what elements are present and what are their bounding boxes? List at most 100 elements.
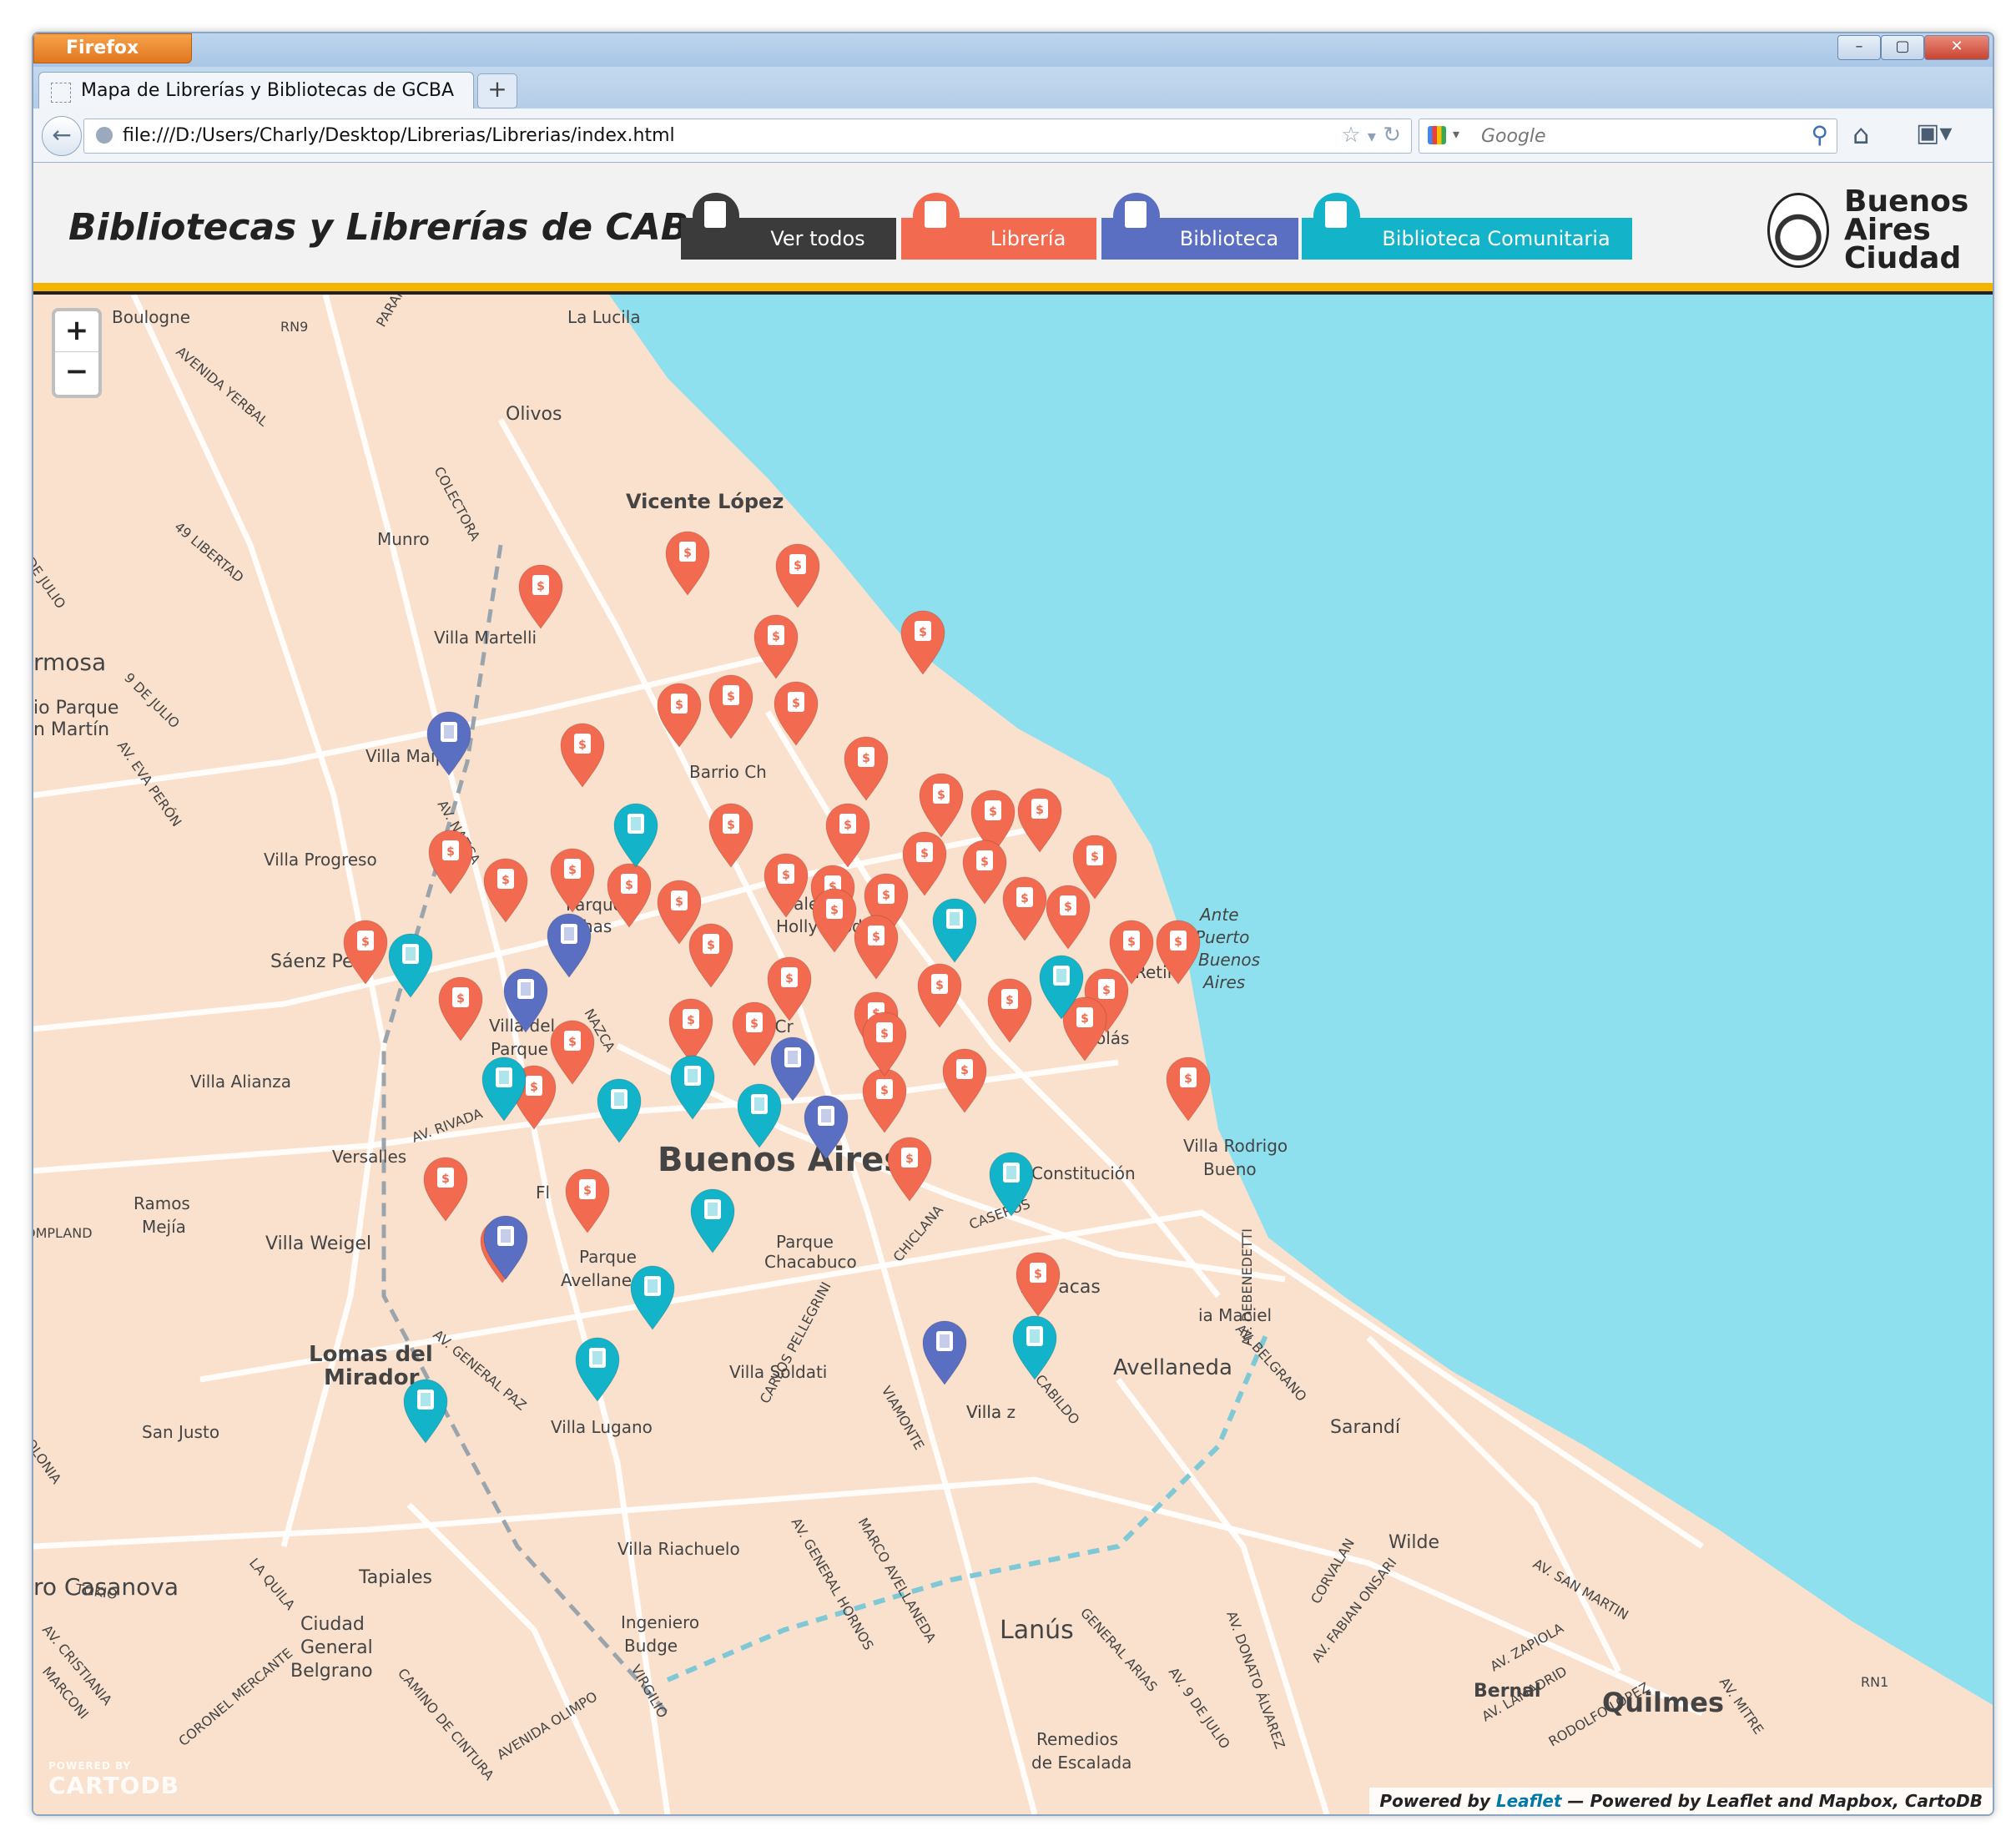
cartodb-text: CARTODB — [48, 1772, 180, 1799]
book-glyph — [421, 1393, 431, 1406]
firefox-menu-button[interactable]: Firefox — [33, 33, 192, 63]
dollar-book-icon: $ — [1031, 799, 1048, 819]
books-icon — [611, 1089, 627, 1109]
page-title: Bibliotecas y Librerías de CABA — [68, 206, 718, 249]
dropdown-arrow-icon[interactable]: ▾ — [1453, 126, 1459, 142]
book-glyph — [688, 1069, 698, 1082]
filter-biblioteca-label: Biblioteca — [1179, 227, 1279, 250]
dollar-book-icon: $ — [621, 874, 638, 894]
dollar-book-icon: $ — [442, 840, 459, 860]
dollar-glyph: $ — [625, 879, 633, 892]
url-text[interactable]: file:///D:/Users/Charly/Desktop/Libreria… — [123, 125, 675, 146]
dollar-book-icon: $ — [1123, 931, 1140, 951]
dollar-glyph: $ — [1036, 804, 1044, 817]
dollar-book-icon: $ — [746, 1012, 763, 1032]
dollar-glyph: $ — [683, 547, 692, 560]
dollar-book-icon: $ — [916, 842, 933, 862]
dollar-glyph: $ — [830, 904, 839, 917]
dollar-glyph: $ — [1005, 994, 1014, 1007]
place-label: Villa Riachuelo — [617, 1539, 740, 1559]
dollar-book-icon: $ — [768, 625, 784, 645]
star-icon[interactable]: ☆ — [1341, 123, 1360, 148]
google-icon[interactable] — [1428, 126, 1446, 144]
dollar-book-icon: $ — [826, 899, 843, 919]
tab-active[interactable]: Mapa de Librerías y Bibliotecas de GCBA — [38, 72, 474, 109]
books-icon — [818, 1106, 834, 1126]
dollar-book-icon — [913, 193, 960, 240]
url-bar[interactable]: file:///D:/Users/Charly/Desktop/Libreria… — [83, 119, 1412, 154]
book-glyph — [1030, 1329, 1040, 1343]
dollar-book-icon: $ — [357, 931, 374, 951]
books-icon — [1313, 193, 1360, 240]
books-icon — [441, 722, 457, 742]
dollar-book-icon: $ — [683, 1009, 699, 1029]
url-bar-actions: ☆ ▾ ↻ — [1341, 123, 1401, 148]
map-attribution: Powered by Leaflet — Powered by Leaflet … — [1369, 1788, 1993, 1814]
filter-biblioteca-button[interactable]: Biblioteca — [1101, 193, 1298, 260]
browser-window: Firefox – ▢ ✕ Mapa de Librerías y Biblio… — [32, 32, 1994, 1816]
search-input[interactable]: Google — [1481, 126, 1546, 147]
reload-icon[interactable]: ↻ — [1383, 123, 1401, 148]
dollar-glyph: $ — [1127, 936, 1136, 949]
dollar-glyph: $ — [872, 931, 880, 944]
place-label: Mirador — [324, 1365, 420, 1390]
dollar-book-icon: $ — [1030, 1263, 1046, 1283]
dollar-glyph: $ — [707, 939, 715, 952]
books-icon — [402, 944, 419, 964]
dollar-glyph: $ — [446, 845, 455, 859]
road-label: OMPLAND — [33, 1225, 93, 1241]
book-glyph — [501, 1229, 511, 1243]
magnifier-icon[interactable]: ⚲ — [1811, 121, 1828, 149]
place-label: Villa Lugano — [551, 1417, 653, 1437]
dollar-book-icon: $ — [532, 575, 549, 595]
zoom-in-button[interactable]: + — [55, 311, 98, 352]
map[interactable]: Boulogne La Lucila Olivos Vicente López Munr… — [33, 295, 1993, 1814]
dollar-book-icon: $ — [878, 884, 895, 904]
leaflet-link[interactable]: Leaflet — [1496, 1791, 1562, 1811]
dollar-glyph: $ — [1174, 936, 1182, 949]
books-icon — [417, 1390, 434, 1410]
home-icon[interactable]: ⌂ — [1852, 119, 1869, 150]
books-icon — [936, 1331, 953, 1351]
new-tab-button[interactable]: + — [477, 73, 517, 108]
books-icon — [946, 909, 963, 929]
road-label: RN1 — [1861, 1674, 1888, 1690]
place-label: Lomas del — [309, 1342, 433, 1367]
search-bar[interactable]: ▾ Google ⚲ — [1419, 119, 1837, 154]
page-icon — [51, 83, 71, 103]
books-icon — [496, 1067, 512, 1087]
dollar-book-icon: $ — [956, 1059, 973, 1079]
dropdown-arrow-icon[interactable]: ▾ — [1368, 126, 1376, 146]
dollar-glyph: $ — [568, 1036, 577, 1049]
place-label: Ramos — [134, 1193, 190, 1213]
close-button[interactable]: ✕ — [1924, 35, 1989, 60]
dollar-book-icon: $ — [931, 974, 948, 994]
dollar-book-icon: $ — [985, 800, 1001, 820]
place-label: Munro — [377, 529, 430, 549]
filter-libreria-button[interactable]: Librería — [901, 193, 1096, 260]
filter-biblioteca-comunitaria-button[interactable]: Biblioteca Comunitaria — [1302, 193, 1632, 260]
map-tiles[interactable]: Boulogne La Lucila Olivos Vicente López Munr… — [33, 295, 1993, 1814]
dollar-glyph: $ — [578, 739, 587, 752]
book-glyph — [564, 927, 574, 941]
book-glyph — [444, 725, 454, 739]
place-label: Bueno — [1203, 1159, 1257, 1179]
attribution-prefix: Powered by — [1379, 1791, 1496, 1811]
dollar-book-icon: $ — [671, 694, 688, 714]
cartodb-logo[interactable]: POWERED BY CARTODB — [48, 1760, 179, 1799]
back-button[interactable]: ← — [42, 116, 82, 156]
dollar-book-icon: $ — [1076, 1007, 1093, 1027]
minimize-button[interactable]: – — [1837, 35, 1881, 60]
zoom-out-button[interactable]: − — [55, 352, 98, 392]
place-label: Avellaneda — [1113, 1355, 1232, 1380]
place-label: Parque — [579, 1247, 637, 1267]
maximize-button[interactable]: ▢ — [1881, 35, 1924, 60]
dollar-book-icon: $ — [579, 1179, 596, 1199]
dollar-glyph: $ — [905, 1153, 914, 1166]
filter-libreria-label: Librería — [990, 227, 1066, 250]
bookmarks-menu-icon[interactable]: ▣▾ — [1916, 119, 1952, 148]
dollar-book-icon: $ — [574, 734, 591, 754]
place-label: Villa Martelli — [434, 628, 537, 648]
dollar-book-icon: $ — [1170, 931, 1187, 951]
filter-all-button[interactable]: Ver todos — [681, 193, 896, 260]
